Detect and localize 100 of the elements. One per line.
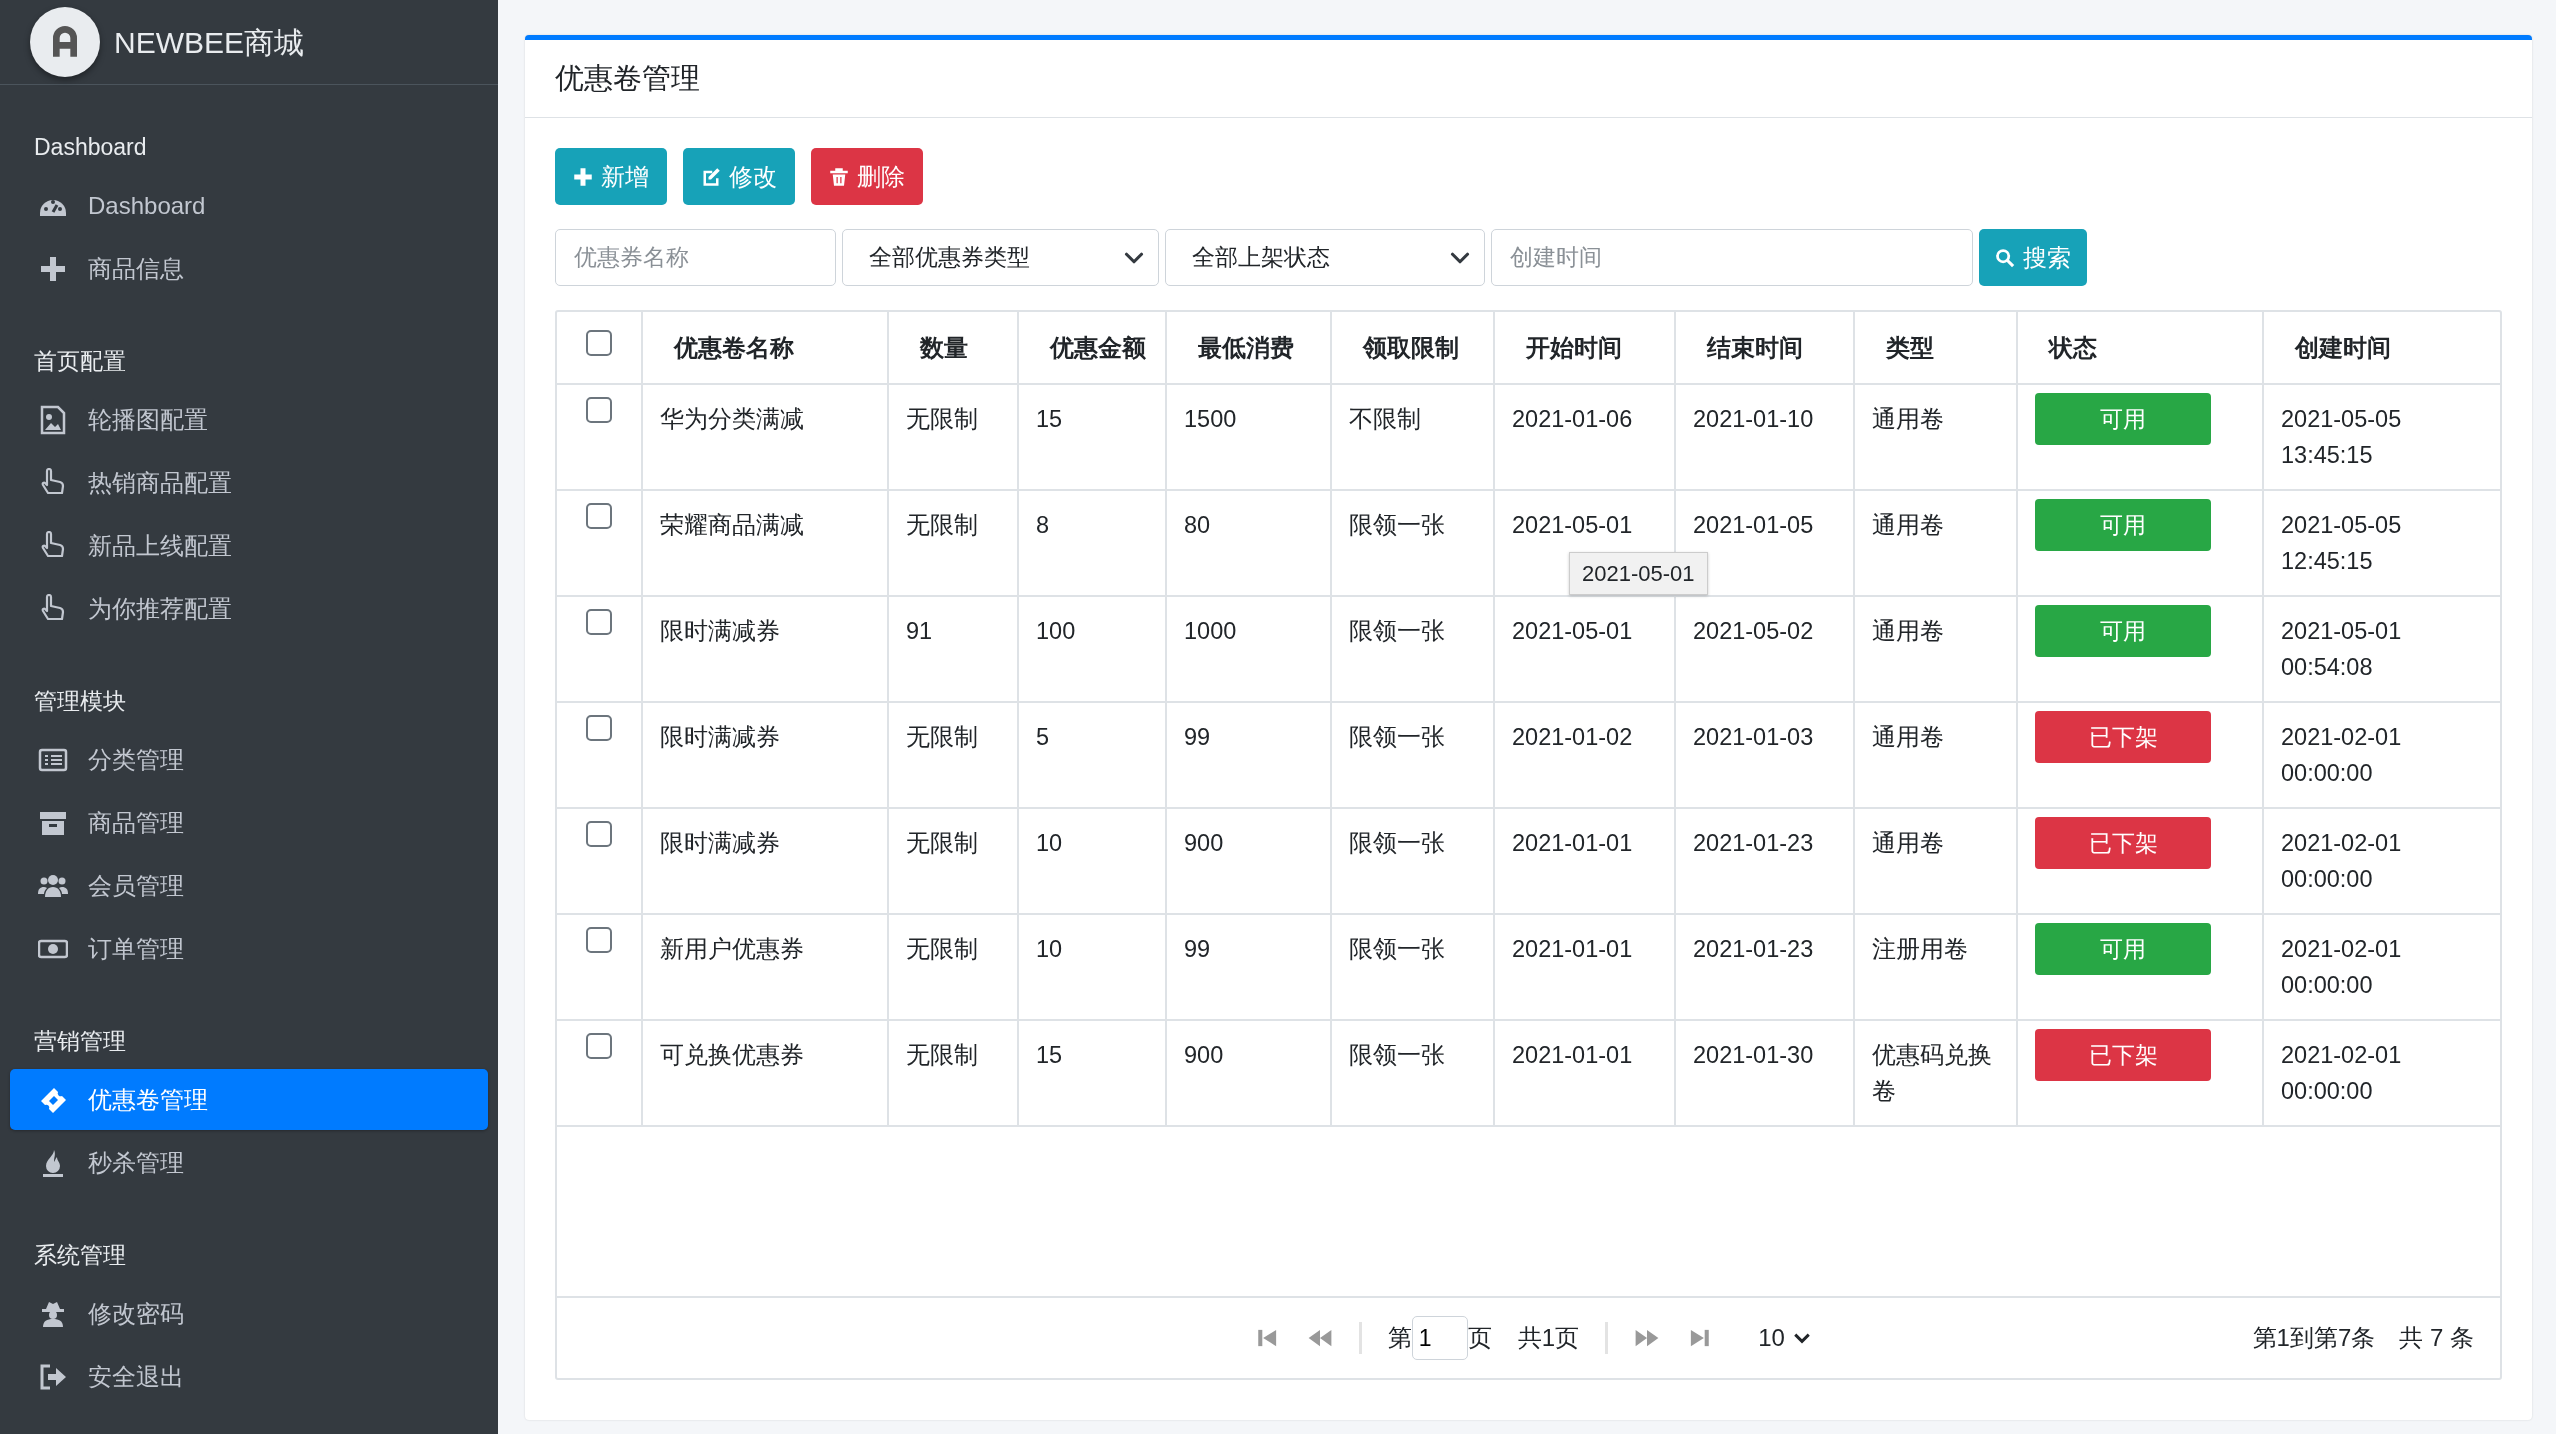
table-cell: 99 <box>1184 936 1211 962</box>
sidebar-item[interactable]: 为你推荐配置 <box>10 578 488 639</box>
range-summary: 第1到第7条 <box>2252 1323 2376 1353</box>
table-cell: 900 <box>1184 1042 1224 1068</box>
search-icon <box>1995 247 2015 268</box>
status-badge: 已下架 <box>2035 711 2211 763</box>
table-cell: 900 <box>1184 830 1224 856</box>
table-cell: 无限制 <box>906 936 978 962</box>
checkbox[interactable] <box>586 397 612 423</box>
column-header: 类型 <box>1885 334 1934 361</box>
sidebar-item[interactable]: 优惠卷管理 <box>10 1069 488 1130</box>
sidebar-item[interactable]: 热销商品配置 <box>10 452 488 513</box>
image-icon <box>38 404 68 435</box>
delete-button[interactable]: 删除 <box>811 148 923 205</box>
name-search-field[interactable]: 优惠券名称 <box>555 229 836 286</box>
table-cell: 可兑换优惠券 <box>660 1042 804 1068</box>
checkbox[interactable] <box>586 503 612 529</box>
table-cell: 2021-01-02 <box>1512 724 1633 750</box>
checkbox[interactable] <box>586 715 612 741</box>
table-cell: 通用卷 <box>1872 724 1944 750</box>
table-cell: 华为分类满减 <box>660 406 804 432</box>
status-badge: 可用 <box>2035 393 2211 445</box>
sidebar-item[interactable]: 修改密码 <box>10 1283 488 1344</box>
sidebar-item[interactable]: 商品信息 <box>10 238 488 299</box>
table-cell: 2021-02-01 00:00:00 <box>2281 1042 2402 1104</box>
checkbox[interactable] <box>586 821 612 847</box>
sidebar-item[interactable]: 秒杀管理 <box>10 1132 488 1193</box>
tooltip: 2021-05-01 <box>1569 552 1708 595</box>
table-cell: 91 <box>906 618 933 644</box>
card-title: 优惠卷管理 <box>555 60 700 96</box>
table-cell: 1000 <box>1184 618 1237 644</box>
column-header: 结束时间 <box>1705 334 1803 361</box>
shelf-status-dropdown[interactable]: 全部上架状态 <box>1165 229 1485 286</box>
sidebar-item[interactable]: 分类管理 <box>10 729 488 790</box>
table-cell: 2021-05-01 <box>1512 618 1633 644</box>
table-cell: 8 <box>1036 512 1050 538</box>
table-cell: 99 <box>1184 724 1211 750</box>
table-cell: 15 <box>1036 1042 1063 1068</box>
page-size-selector[interactable]: 10 <box>1758 1320 1811 1356</box>
brand-name: NEWBEE商城 <box>114 24 305 61</box>
table-cell: 无限制 <box>906 1042 978 1068</box>
plus-icon <box>573 166 593 187</box>
table-cell: 2021-01-03 <box>1693 724 1814 750</box>
table-cell: 2021-05-05 13:45:15 <box>2281 406 2402 468</box>
table-cell: 新用户优惠券 <box>660 936 804 962</box>
date-field[interactable]: 创建时间 <box>1491 229 1973 286</box>
sidebar-item[interactable]: 商品管理 <box>10 792 488 853</box>
sidebar-item[interactable]: 会员管理 <box>10 855 488 916</box>
table-cell: 荣耀商品满减 <box>660 512 804 538</box>
table-cell: 15 <box>1036 406 1063 432</box>
table-cell: 10 <box>1036 830 1063 856</box>
table-cell: 1500 <box>1184 406 1237 432</box>
sidebar-item[interactable]: Dashboard <box>10 175 488 236</box>
table-cell: 2021-01-30 <box>1693 1042 1814 1068</box>
sidebar-section-title: 系统管理 <box>33 1240 127 1270</box>
edit-icon <box>701 166 721 187</box>
column-header: 优惠金额 <box>1048 334 1146 361</box>
table-cell: 通用卷 <box>1872 618 1944 644</box>
sidebar-section-title: 首页配置 <box>33 346 127 376</box>
page-number-field[interactable]: 1 <box>1411 1316 1468 1360</box>
trash-icon <box>829 166 849 187</box>
sidebar-section-title: 管理模块 <box>33 686 127 716</box>
table-cell: 无限制 <box>906 406 978 432</box>
table-cell: 限时满减券 <box>660 724 780 750</box>
column-header: 领取限制 <box>1361 334 1459 361</box>
table-cell: 2021-05-05 12:45:15 <box>2281 512 2402 574</box>
table-cell: 2021-01-01 <box>1512 1042 1633 1068</box>
table-cell: 限领一张 <box>1349 724 1445 750</box>
column-header: 优惠卷名称 <box>672 334 794 361</box>
table-cell: 100 <box>1036 618 1076 644</box>
sidebar-item[interactable]: 安全退出 <box>10 1346 488 1407</box>
sidebar-item[interactable]: 新品上线配置 <box>10 515 488 576</box>
status-badge: 已下架 <box>2035 817 2211 869</box>
checkbox[interactable] <box>586 329 612 356</box>
sidebar-section-title: Dashboard <box>33 132 148 162</box>
table-cell: 10 <box>1036 936 1063 962</box>
table-cell: 无限制 <box>906 830 978 856</box>
table-cell: 5 <box>1036 724 1050 750</box>
checkbox[interactable] <box>586 927 612 953</box>
table-cell: 优惠码兑换卷 <box>1872 1042 1992 1104</box>
column-header: 创建时间 <box>2293 334 2391 361</box>
checkbox[interactable] <box>586 609 612 635</box>
table-cell: 限时满减券 <box>660 618 780 644</box>
table-cell: 2021-02-01 00:00:00 <box>2281 724 2402 786</box>
total-count: 共 7 条 <box>2399 1323 2474 1353</box>
page-label: 页 <box>1467 1323 1492 1353</box>
sidebar-item[interactable]: 轮播图配置 <box>10 389 488 450</box>
column-header: 数量 <box>918 334 968 361</box>
sidebar-item[interactable]: 订单管理 <box>10 918 488 979</box>
status-badge: 可用 <box>2035 605 2211 657</box>
column-header: 开始时间 <box>1525 334 1622 361</box>
checkbox[interactable] <box>586 1033 612 1059</box>
status-badge: 已下架 <box>2035 1029 2211 1081</box>
table-cell: 不限制 <box>1349 406 1421 432</box>
table-cell: 2021-01-01 <box>1512 936 1633 962</box>
table-cell: 注册用卷 <box>1872 936 1968 962</box>
coupon-type-dropdown[interactable]: 全部优惠券类型 <box>842 229 1159 286</box>
sidebar-section-title: 营销管理 <box>33 1026 127 1056</box>
table-cell: 限领一张 <box>1349 830 1445 856</box>
table-cell: 2021-01-05 <box>1693 512 1814 538</box>
